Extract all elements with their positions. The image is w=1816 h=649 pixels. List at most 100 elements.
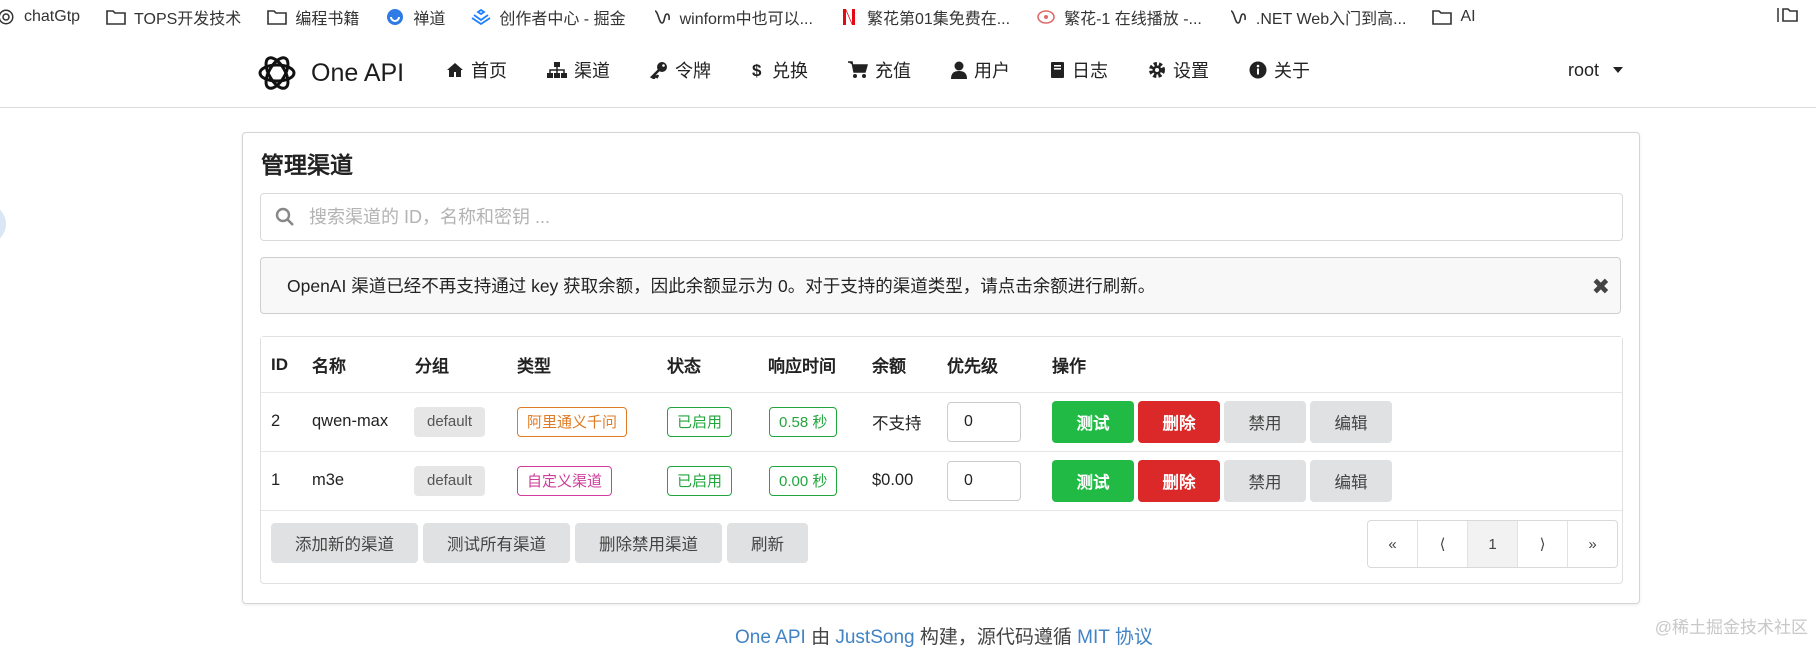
group-badge: default [414, 465, 486, 496]
bookmark-winform[interactable]: winform中也可以... [652, 5, 813, 29]
cell-id: 1 [271, 471, 281, 489]
pagination-page[interactable]: 1 [1468, 521, 1518, 567]
pagination-next[interactable]: ⟩ [1518, 521, 1568, 567]
refresh-button[interactable]: 刷新 [727, 523, 808, 563]
bookmark-label: 繁花第01集免费在... [866, 10, 1011, 28]
bookmark-books[interactable]: 编程书籍 [267, 5, 359, 29]
info-icon [1249, 61, 1267, 79]
col-status[interactable]: 状态 [667, 337, 701, 392]
group-badge: default [414, 406, 486, 437]
response-time-badge[interactable]: 0.58 秒 [769, 406, 838, 437]
test-button[interactable]: 测试 [1052, 400, 1134, 443]
bookmark-fanhua-play[interactable]: 繁花-1 在线播放 -... [1036, 5, 1202, 29]
bookmark-tops[interactable]: TOPS开发技术 [106, 5, 241, 29]
edit-button[interactable]: 编辑 [1310, 400, 1392, 443]
delete-button[interactable]: 删除 [1138, 400, 1220, 443]
folder-icon[interactable] [1776, 6, 1798, 29]
nav-label: 日志 [1072, 61, 1108, 81]
pagination-last[interactable]: » [1568, 521, 1617, 567]
priority-input[interactable]: 0 [947, 460, 1021, 501]
edit-button[interactable]: 编辑 [1310, 459, 1392, 502]
col-group[interactable]: 分组 [415, 337, 449, 392]
nav-logs[interactable]: 日志 [1050, 57, 1108, 83]
balance-value[interactable]: 不支持 [872, 392, 922, 451]
bookmark-icon [1228, 7, 1248, 27]
priority-input[interactable]: 0 [947, 401, 1021, 442]
cell-name: qwen-max [312, 412, 389, 430]
nav-channels[interactable]: 渠道 [547, 57, 610, 83]
search-input[interactable] [307, 205, 1622, 229]
bookmark-ai[interactable]: AI [1432, 7, 1476, 27]
nav-home[interactable]: 首页 [446, 57, 507, 83]
bookmarks-bar: chatGtp TOPS开发技术 编程书籍 禅道 创作者中心 - 掘金 winf… [0, 0, 1816, 33]
nav-users[interactable]: 用户 [951, 57, 1010, 83]
bookmark-zentao[interactable]: 禅道 [385, 5, 445, 29]
channel-management-card: 管理渠道 OpenAI 渠道已经不再支持通过 key 获取余额，因此余额显示为 … [242, 132, 1640, 604]
add-channel-button[interactable]: 添加新的渠道 [271, 523, 418, 563]
product-link[interactable]: One API [735, 627, 806, 648]
close-icon[interactable]: ✖ [1592, 274, 1610, 300]
bookmark-label: chatGtp [24, 7, 81, 25]
folder-icon [1432, 7, 1453, 27]
col-response-time[interactable]: 响应时间 [768, 337, 836, 392]
side-float-button[interactable] [0, 204, 6, 244]
test-all-button[interactable]: 测试所有渠道 [423, 523, 570, 563]
bookmark-chatgtp[interactable]: chatGtp [0, 7, 80, 27]
nav-label: 设置 [1173, 61, 1209, 81]
disable-button[interactable]: 禁用 [1224, 459, 1306, 502]
nav-about[interactable]: 关于 [1249, 57, 1310, 83]
bookmark-label: 禅道 [413, 10, 446, 28]
dollar-icon: $ [752, 61, 762, 79]
top-navbar: One API 首页 渠道 令牌 $ 兑换 充值 用户 日志 设置 关于 roo… [0, 33, 1816, 108]
col-type[interactable]: 类型 [517, 337, 551, 392]
nav-tokens[interactable]: 令牌 [650, 57, 711, 83]
author-link[interactable]: JustSong [835, 627, 914, 648]
netflix-icon [839, 7, 859, 27]
license-link[interactable]: MIT 协议 [1077, 627, 1153, 648]
bookmark-label: 编程书籍 [295, 10, 360, 28]
home-icon [447, 63, 463, 77]
brand[interactable]: One API [255, 51, 404, 95]
sitemap-icon [547, 62, 567, 78]
chevron-down-icon [1613, 67, 1624, 73]
bookmark-dotnet[interactable]: .NET Web入门到高... [1228, 5, 1407, 29]
bookmark-label: TOPS开发技术 [134, 10, 242, 28]
openai-icon [0, 7, 16, 27]
nav-label: 首页 [471, 61, 507, 81]
table-header: ID 名称 分组 类型 状态 响应时间 余额 优先级 操作 [261, 337, 1622, 393]
zentao-icon [385, 7, 405, 27]
bookmark-juejin[interactable]: 创作者中心 - 掘金 [471, 5, 626, 29]
pagination-first[interactable]: « [1368, 521, 1418, 567]
balance-notice: OpenAI 渠道已经不再支持通过 key 获取余额，因此余额显示为 0。对于支… [260, 257, 1621, 314]
nav-topup[interactable]: 充值 [848, 57, 911, 83]
footer-text: 由 [811, 627, 831, 648]
col-actions: 操作 [1052, 357, 1086, 376]
bookmark-label: 创作者中心 - 掘金 [499, 10, 626, 28]
table-row: 1 m3e default 自定义渠道 已启用 0.00 秒 $0.00 0 测… [261, 451, 1622, 511]
nav-settings[interactable]: 设置 [1148, 57, 1209, 83]
user-icon [951, 61, 967, 79]
col-id[interactable]: ID [271, 337, 288, 392]
delete-button[interactable]: 删除 [1138, 459, 1220, 502]
bookmark-label: AI [1460, 7, 1476, 25]
table-footer-actions: 添加新的渠道 测试所有渠道 删除禁用渠道 刷新 [271, 523, 813, 563]
video-icon [1036, 7, 1056, 27]
test-button[interactable]: 测试 [1052, 459, 1134, 502]
main-nav: 首页 渠道 令牌 $ 兑换 充值 用户 日志 设置 关于 [446, 33, 1350, 107]
pagination-prev[interactable]: ⟨ [1418, 521, 1468, 567]
bookmark-fanhua[interactable]: 繁花第01集免费在... [839, 5, 1010, 29]
type-badge: 自定义渠道 [517, 465, 613, 496]
balance-value[interactable]: $0.00 [872, 451, 913, 510]
response-time-badge[interactable]: 0.00 秒 [769, 465, 838, 496]
bookmark-label: .NET Web入门到高... [1255, 10, 1407, 28]
key-icon [650, 62, 667, 79]
col-balance[interactable]: 余额 [872, 337, 906, 392]
status-badge: 已启用 [667, 465, 733, 496]
search-box [260, 193, 1623, 241]
col-name[interactable]: 名称 [312, 337, 346, 392]
nav-redeem[interactable]: $ 兑换 [751, 57, 808, 83]
col-priority[interactable]: 优先级 [947, 337, 998, 392]
user-dropdown[interactable]: root [1568, 33, 1624, 107]
disable-button[interactable]: 禁用 [1224, 400, 1306, 443]
delete-disabled-button[interactable]: 删除禁用渠道 [575, 523, 722, 563]
